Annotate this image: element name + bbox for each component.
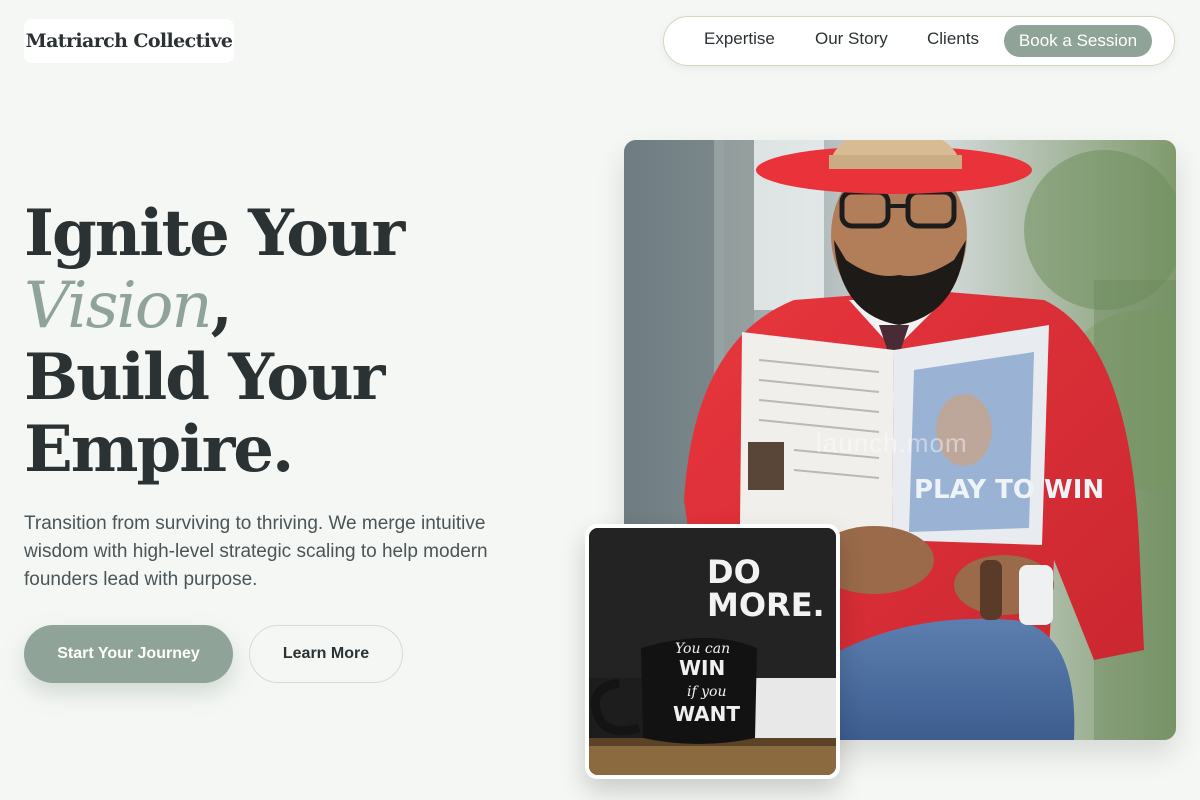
mug-text-line-3: if you: [687, 684, 726, 700]
mug-illustration: DO MORE. You can WIN if you WANT: [589, 528, 836, 775]
brand-name: Matriarch Collective: [25, 30, 233, 52]
nav-link-our-story[interactable]: Our Story: [815, 29, 888, 49]
headline-line-1: Ignite Your: [24, 196, 405, 271]
book-session-button[interactable]: Book a Session: [1004, 25, 1152, 57]
headline-line-4: Empire.: [24, 412, 294, 487]
brand-logo[interactable]: Matriarch Collective: [24, 19, 234, 63]
mug-text-line-1: You can: [675, 641, 730, 657]
book-title-text: PLAY TO WIN: [914, 475, 1104, 505]
headline-line-2: Vision,: [24, 268, 403, 343]
hero-subtext: Transition from surviving to thriving. W…: [24, 513, 488, 590]
nav-link-clients[interactable]: Clients: [927, 29, 979, 49]
headline-accent: Vision: [24, 269, 213, 343]
main-nav: Expertise Our Story Clients Book a Sessi…: [663, 16, 1175, 66]
nav-link-expertise[interactable]: Expertise: [704, 29, 775, 49]
headline-accent-suffix: ,: [210, 268, 233, 343]
headline-line-3: Build Your: [24, 340, 385, 415]
secondary-photo-mug: DO MORE. You can WIN if you WANT: [585, 524, 840, 779]
mug-text-line-4: WANT: [673, 702, 740, 726]
learn-more-button[interactable]: Learn More: [249, 625, 403, 683]
start-journey-button[interactable]: Start Your Journey: [24, 625, 233, 683]
sign-text-line-2: MORE.: [707, 586, 825, 624]
hero-headline: Ignite Your Vision, Build Your Empire.: [24, 196, 405, 487]
mug-text-line-2: WIN: [679, 656, 725, 680]
